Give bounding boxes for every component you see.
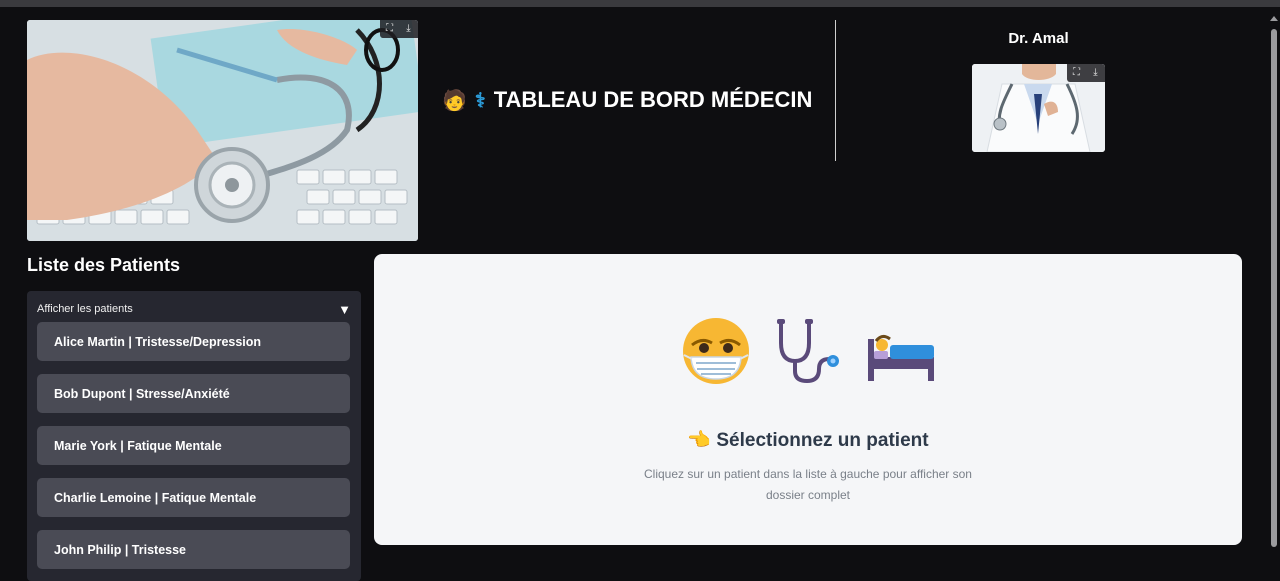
person-emoji-icon: 🧑 [442, 89, 467, 112]
caret-down-icon: ▼ [338, 301, 351, 317]
page-title: 🧑 ⚕ TABLEAU DE BORD MÉDECIN [442, 84, 812, 116]
doctor-name: Dr. Amal [1008, 30, 1069, 47]
expander-toggle[interactable]: Afficher les patients ▼ [37, 301, 351, 317]
stethoscope-keyboard-illustration [27, 20, 418, 241]
fullscreen-icon[interactable]: ⛶ [1067, 64, 1086, 82]
image-toolbar: ⛶ ⤓ [380, 20, 418, 38]
face-with-mask-icon [683, 318, 749, 384]
patient-button-label: John Philip | Tristesse [54, 542, 187, 557]
patient-button-label: Bob Dupont | Stresse/Anxiété [54, 386, 230, 401]
scrollbar-thumb[interactable] [1271, 29, 1277, 547]
patient-button-label: Charlie Lemoine | Fatique Mentale [54, 490, 257, 505]
patient-button-label: Alice Martin | Tristesse/Depression [54, 334, 262, 349]
doctor-image-toolbar: ⛶ ⤓ [1067, 64, 1105, 82]
download-icon[interactable]: ⤓ [399, 20, 418, 38]
patient-button-label: Marie York | Fatique Mentale [54, 438, 222, 453]
patient-button[interactable]: Bob Dupont | Stresse/Anxiété [37, 374, 350, 413]
select-patient-text: Sélectionnez un patient [716, 430, 929, 451]
select-patient-heading: 👈 Sélectionnez un patient [374, 428, 1242, 452]
pointing-hand-icon: 👈 [687, 430, 712, 451]
stethoscope-icon [777, 319, 839, 384]
select-patient-description: Cliquez sur un patient dans la liste à g… [644, 467, 972, 502]
placeholder-icons [682, 316, 936, 386]
expander-label: Afficher les patients [37, 303, 133, 315]
scroll-up-arrow-icon[interactable] [1270, 16, 1278, 21]
patient-button[interactable]: Alice Martin | Tristesse/Depression [37, 322, 350, 361]
download-icon[interactable]: ⤓ [1086, 64, 1105, 82]
doctor-avatar: ⛶ ⤓ [972, 64, 1105, 152]
patients-expander: Afficher les patients ▼ Alice Martin | T… [27, 291, 361, 581]
scrollbar[interactable] [1268, 7, 1280, 577]
header-medical-image: ⛶ ⤓ [27, 20, 418, 241]
patients-list-title: Liste des Patients [27, 255, 181, 275]
page-title-text: TABLEAU DE BORD MÉDECIN [493, 87, 813, 112]
browser-top-bar [0, 0, 1280, 7]
header-divider [835, 20, 836, 161]
fullscreen-icon[interactable]: ⛶ [380, 20, 399, 38]
patient-button[interactable]: Marie York | Fatique Mentale [37, 426, 350, 465]
patient-placeholder-card: 👈 Sélectionnez un patient Cliquez sur un… [374, 254, 1242, 545]
medical-symbol-icon: ⚕ [474, 89, 486, 112]
patient-button[interactable]: John Philip | Tristesse [37, 530, 350, 569]
person-in-bed-icon [868, 334, 934, 381]
patient-button[interactable]: Charlie Lemoine | Fatique Mentale [37, 478, 350, 517]
